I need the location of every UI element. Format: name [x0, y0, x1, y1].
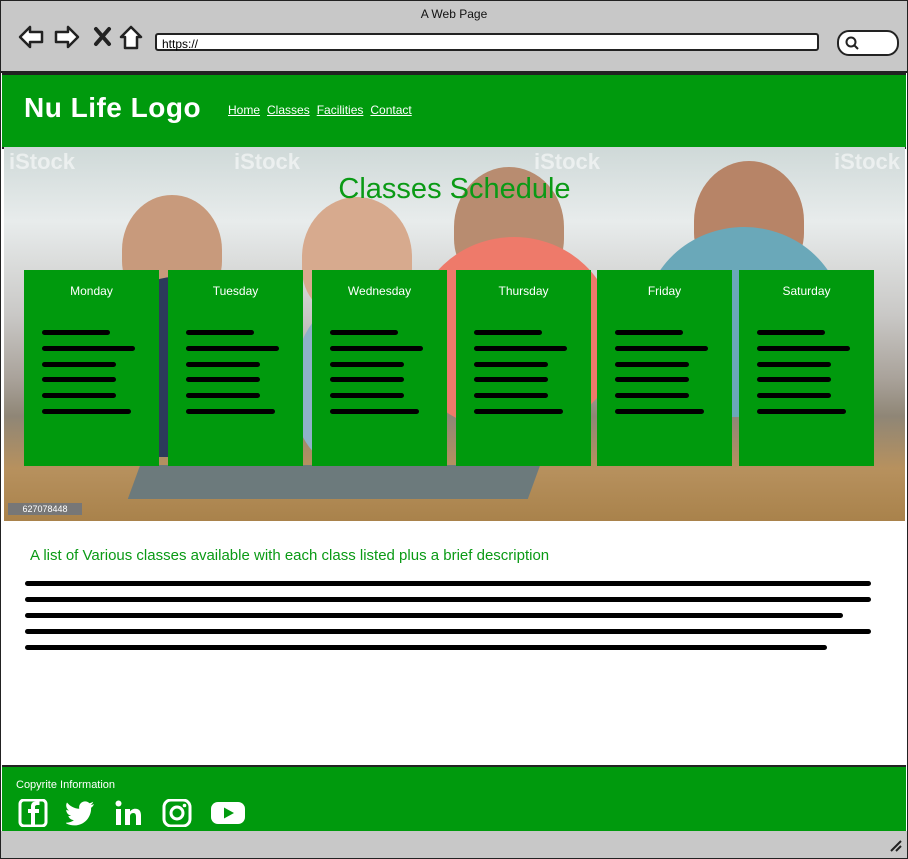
linkedin-icon[interactable] [114, 799, 144, 827]
day-label: Tuesday [212, 284, 259, 298]
site-footer: Copyrite Information [2, 765, 906, 833]
site-header: Nu Life Logo Home Classes Facilities Con… [2, 73, 906, 149]
resize-grip-icon[interactable] [889, 840, 903, 852]
browser-window: A Web Page https:// Nu Life Logo Home Cl… [0, 0, 908, 859]
home-icon[interactable] [117, 23, 145, 51]
twitter-icon[interactable] [66, 799, 96, 827]
schedule-day-monday[interactable]: Monday [24, 270, 159, 466]
day-label: Saturday [782, 284, 831, 298]
browser-search-button[interactable] [837, 30, 899, 56]
schedule-day-friday[interactable]: Friday [597, 270, 732, 466]
day-label: Monday [70, 284, 113, 298]
site-logo[interactable]: Nu Life Logo [24, 92, 201, 124]
nav-link-home[interactable]: Home [228, 103, 260, 117]
nav-link-contact[interactable]: Contact [370, 103, 411, 117]
window-title: A Web Page [420, 7, 488, 21]
classes-description-placeholder [25, 581, 875, 661]
instagram-icon[interactable] [162, 799, 192, 827]
back-icon[interactable] [17, 23, 45, 51]
browser-toolbar: A Web Page https:// [1, 1, 907, 73]
schedule-day-saturday[interactable]: Saturday [739, 270, 874, 466]
hero-title: Classes Schedule [338, 173, 571, 205]
nav-link-classes[interactable]: Classes [267, 103, 310, 117]
facebook-icon[interactable] [18, 799, 48, 827]
classes-subheading: A list of Various classes available with… [30, 547, 550, 564]
browser-status-bar [1, 831, 907, 858]
day-label: Friday [647, 284, 682, 298]
search-icon [845, 36, 859, 50]
address-bar[interactable]: https:// [155, 33, 819, 51]
main-navigation: Home Classes Facilities Contact [228, 103, 412, 117]
hero-banner: iStock iStock iStock iStock Classes Sche… [4, 147, 905, 521]
copyright-text: Copyrite Information [16, 779, 116, 791]
schedule-day-thursday[interactable]: Thursday [456, 270, 591, 466]
nav-link-facilities[interactable]: Facilities [317, 103, 364, 117]
day-label: Thursday [498, 284, 549, 298]
close-icon[interactable] [89, 23, 117, 51]
youtube-icon[interactable] [210, 799, 246, 827]
stock-image-id: 627078448 [8, 503, 82, 515]
schedule-day-tuesday[interactable]: Tuesday [168, 270, 303, 466]
day-label: Wednesday [347, 284, 412, 298]
forward-icon[interactable] [53, 23, 81, 51]
schedule-day-wednesday[interactable]: Wednesday [312, 270, 447, 466]
